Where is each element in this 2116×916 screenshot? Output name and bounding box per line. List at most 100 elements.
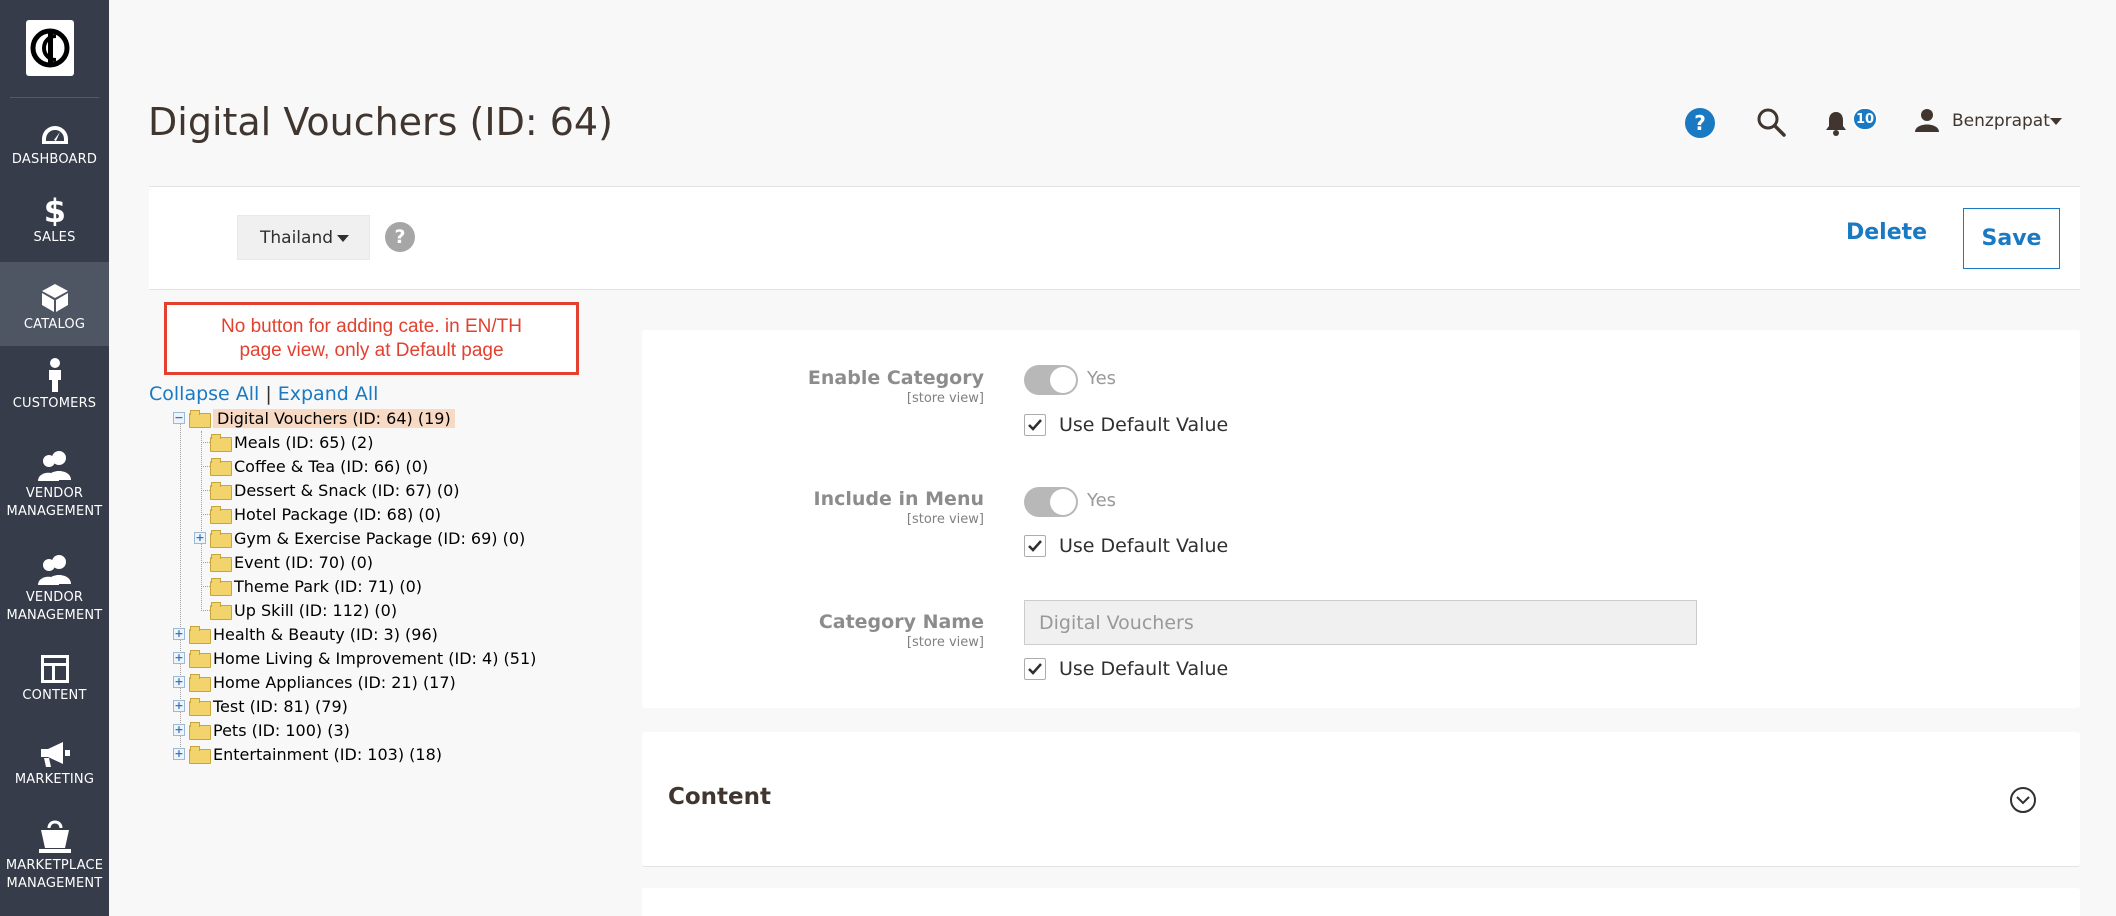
tree-node-label[interactable]: Health & Beauty (ID: 3) (96) — [213, 625, 438, 644]
help-button[interactable]: ? — [1685, 108, 1715, 138]
bag-icon — [38, 818, 72, 854]
category-name-scope: [store view] — [906, 635, 984, 650]
enable-category-toggle-label: Yes — [1087, 368, 1117, 389]
tree-node-label[interactable]: Hotel Package (ID: 68) (0) — [234, 505, 441, 524]
tree-node-label[interactable]: Home Living & Improvement (ID: 4) (51) — [213, 649, 536, 668]
sidebar-item-label: MARKETPLACE MANAGEMENT — [5, 858, 104, 891]
expand-icon[interactable]: + — [173, 652, 185, 664]
content-section-title[interactable]: Content — [668, 784, 771, 810]
tree-controls: Collapse All | Expand All — [149, 383, 378, 405]
logo-icon — [30, 28, 70, 68]
sidebar-item-marketing[interactable]: MARKETING — [0, 732, 109, 794]
category-name-input[interactable] — [1024, 600, 1697, 645]
sidebar-item-label: CONTENT — [22, 688, 87, 703]
user-menu-name[interactable]: Benzprapat — [1952, 111, 2050, 131]
delete-button[interactable]: Delete — [1846, 220, 1927, 245]
sidebar-item-vendor-management[interactable]: VENDOR MANAGEMENT — [0, 446, 109, 526]
expand-icon[interactable]: + — [194, 532, 206, 544]
folder-icon — [210, 554, 232, 572]
tree-node-label[interactable]: Gym & Exercise Package (ID: 69) (0) — [234, 529, 525, 548]
folder-icon — [189, 410, 211, 428]
admin-sidebar: DASHBOARD $ SALES CATALOG CUSTOMERS VEND… — [0, 0, 109, 916]
tree-node[interactable]: Event (ID: 70) (0) — [194, 551, 373, 573]
tree-node[interactable]: Dessert & Snack (ID: 67) (0) — [194, 479, 460, 501]
sidebar-item-label: SALES — [33, 230, 76, 245]
enable-category-toggle[interactable] — [1024, 365, 1078, 395]
tree-guide-line — [201, 466, 210, 467]
tree-node-label[interactable]: Meals (ID: 65) (2) — [234, 433, 373, 452]
chevron-down-icon[interactable] — [2010, 787, 2036, 813]
page-actions-bar — [149, 186, 2080, 290]
tree-node-label[interactable]: Pets (ID: 100) (3) — [213, 721, 350, 740]
tree-node-label[interactable]: Up Skill (ID: 112) (0) — [234, 601, 397, 620]
tree-node-label[interactable]: Coffee & Tea (ID: 66) (0) — [234, 457, 428, 476]
folder-icon — [210, 482, 232, 500]
tree-node[interactable]: + Test (ID: 81) (79) — [173, 695, 348, 717]
sidebar-item-marketplace-management[interactable]: MARKETPLACE MANAGEMENT — [0, 818, 109, 902]
sidebar-item-label: MARKETING — [14, 772, 95, 787]
tree-node-label[interactable]: Theme Park (ID: 71) (0) — [234, 577, 422, 596]
notification-count-badge[interactable]: 10 — [1852, 107, 1878, 131]
search-icon[interactable] — [1756, 107, 1786, 141]
sidebar-item-vendor-management-2[interactable]: VENDOR MANAGEMENT — [0, 550, 109, 630]
tree-node-label[interactable]: Test (ID: 81) (79) — [213, 697, 348, 716]
tree-node[interactable]: Theme Park (ID: 71) (0) — [194, 575, 422, 597]
dashboard-icon — [40, 112, 70, 148]
tree-node[interactable]: − Digital Vouchers (ID: 64) (19) — [173, 407, 455, 429]
expand-icon[interactable]: + — [173, 748, 185, 760]
include-in-menu-use-default-label[interactable]: Use Default Value — [1059, 535, 1228, 557]
folder-icon — [210, 434, 232, 452]
svg-text:$: $ — [45, 194, 65, 226]
expand-all-link[interactable]: Expand All — [278, 383, 379, 405]
next-section[interactable] — [642, 888, 2080, 916]
include-in-menu-toggle[interactable] — [1024, 487, 1078, 517]
sidebar-item-catalog[interactable]: CATALOG — [0, 262, 109, 346]
tree-node[interactable]: + Home Living & Improvement (ID: 4) (51) — [173, 647, 536, 669]
tree-node[interactable]: Up Skill (ID: 112) (0) — [194, 599, 397, 621]
sidebar-item-customers[interactable]: CUSTOMERS — [0, 356, 109, 418]
sidebar-item-label: VENDOR MANAGEMENT — [6, 590, 103, 623]
collapse-icon[interactable]: − — [173, 412, 185, 424]
content-section[interactable] — [642, 732, 2080, 867]
sidebar-item-label: VENDOR MANAGEMENT — [6, 486, 103, 519]
chevron-down-icon[interactable] — [2050, 118, 2062, 125]
tree-node-label[interactable]: Home Appliances (ID: 21) (17) — [213, 673, 456, 692]
sidebar-item-sales[interactable]: $ SALES — [0, 190, 109, 252]
tree-guide-line — [201, 490, 210, 491]
tree-node[interactable]: + Gym & Exercise Package (ID: 69) (0) — [194, 527, 525, 549]
collapse-all-link[interactable]: Collapse All — [149, 383, 259, 405]
enable-category-use-default-checkbox[interactable] — [1024, 414, 1046, 436]
expand-icon[interactable]: + — [173, 676, 185, 688]
category-name-use-default-checkbox[interactable] — [1024, 658, 1046, 680]
folder-icon — [189, 674, 211, 692]
tree-guide-line — [201, 610, 210, 611]
enable-category-use-default-label[interactable]: Use Default Value — [1059, 414, 1228, 436]
tree-node-label[interactable]: Entertainment (ID: 103) (18) — [213, 745, 442, 764]
store-view-switcher[interactable]: Thailand — [237, 215, 370, 260]
scope-help-icon[interactable]: ? — [385, 222, 415, 252]
tree-node-label[interactable]: Digital Vouchers (ID: 64) (19) — [213, 408, 455, 428]
save-button[interactable]: Save — [1963, 208, 2060, 269]
sidebar-item-content[interactable]: CONTENT — [0, 648, 109, 710]
tree-node[interactable]: + Home Appliances (ID: 21) (17) — [173, 671, 456, 693]
sidebar-item-dashboard[interactable]: DASHBOARD — [0, 112, 109, 174]
folder-icon — [189, 722, 211, 740]
expand-icon[interactable]: + — [173, 628, 185, 640]
include-in-menu-use-default-checkbox[interactable] — [1024, 535, 1046, 557]
tree-node-label[interactable]: Event (ID: 70) (0) — [234, 553, 373, 572]
expand-icon[interactable]: + — [173, 724, 185, 736]
folder-icon — [210, 506, 232, 524]
category-name-use-default-label[interactable]: Use Default Value — [1059, 658, 1228, 680]
tree-node[interactable]: + Health & Beauty (ID: 3) (96) — [173, 623, 438, 645]
folder-icon — [189, 626, 211, 644]
bell-icon[interactable] — [1824, 110, 1848, 140]
tree-node[interactable]: Hotel Package (ID: 68) (0) — [194, 503, 441, 525]
logo[interactable] — [26, 20, 74, 76]
tree-node[interactable]: Coffee & Tea (ID: 66) (0) — [194, 455, 428, 477]
tree-node-label[interactable]: Dessert & Snack (ID: 67) (0) — [234, 481, 460, 500]
tree-node[interactable]: + Pets (ID: 100) (3) — [173, 719, 350, 741]
tree-node[interactable]: + Entertainment (ID: 103) (18) — [173, 743, 442, 765]
user-icon[interactable] — [1914, 108, 1940, 136]
expand-icon[interactable]: + — [173, 700, 185, 712]
tree-node[interactable]: Meals (ID: 65) (2) — [194, 431, 373, 453]
